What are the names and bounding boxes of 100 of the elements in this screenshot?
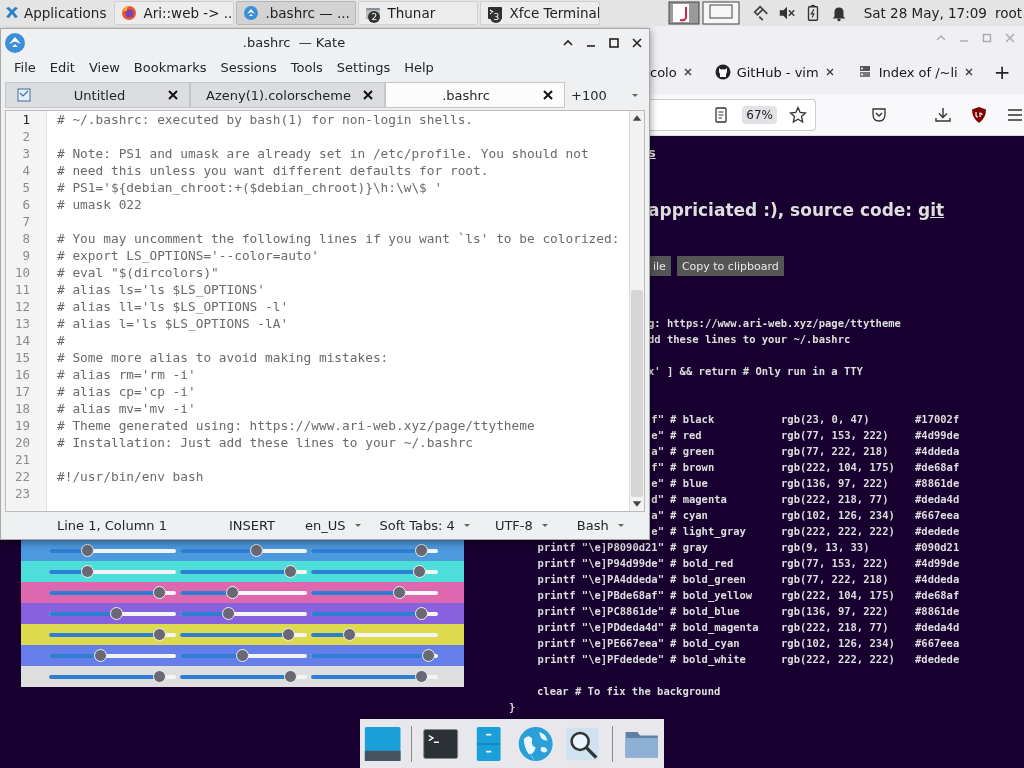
applications-menu[interactable]: Applications	[0, 0, 115, 26]
star-icon[interactable]	[789, 105, 807, 124]
slider-thumb[interactable]	[81, 564, 95, 578]
slider-thumb[interactable]	[236, 648, 250, 662]
caret-icon	[616, 521, 625, 529]
status-dropdown[interactable]: Soft Tabs: 4	[379, 517, 471, 533]
taskbar-button[interactable]: Ari::web -> ...	[114, 1, 235, 25]
slider-thumb[interactable]	[110, 606, 124, 620]
menu-item[interactable]: View	[81, 59, 127, 75]
slider-thumb[interactable]	[343, 627, 357, 641]
code-text: e"	[651, 524, 664, 539]
code-comment: # light_gray	[670, 524, 747, 539]
rgb-value: rgb(9, 13, 33)	[781, 540, 871, 555]
code-text: a"	[651, 508, 664, 523]
tab-title: .bashrc	[441, 87, 491, 103]
code-comment: # bold_yellow	[670, 588, 754, 603]
code-comment: # bold_cyan	[670, 636, 741, 651]
page-button[interactable]: ile	[648, 256, 671, 276]
slider-thumb[interactable]	[281, 627, 295, 641]
scrollbar[interactable]	[629, 111, 644, 511]
volume-muted-icon[interactable]	[777, 4, 796, 22]
slider-thumb[interactable]	[392, 585, 406, 599]
slider-thumb[interactable]	[81, 543, 95, 557]
text-editor[interactable]	[5, 110, 645, 512]
line-number: 3	[21, 145, 31, 162]
hex-value: #17002f	[915, 412, 960, 427]
menu-item[interactable]: Settings	[329, 59, 398, 75]
menu-item[interactable]: File	[7, 59, 43, 75]
caret-icon	[631, 91, 639, 99]
menu-item[interactable]: Sessions	[213, 59, 284, 75]
close-icon[interactable]	[631, 36, 643, 49]
status-dropdown[interactable]: Bash	[576, 517, 625, 533]
status-dropdown[interactable]: en_US	[305, 517, 362, 533]
browser-icon	[121, 5, 138, 21]
slider-thumb[interactable]	[226, 585, 240, 599]
close-icon[interactable]	[542, 89, 554, 101]
code-text: printf "\e]PDdeda4d"	[537, 620, 664, 635]
taskbar-button[interactable]: .bashrc — ...	[236, 1, 357, 25]
close-icon[interactable]	[167, 89, 179, 101]
code-line: # Theme generated using: https://www.ari-web.xyz/page/ttytheme	[57, 418, 535, 433]
workspace-switcher[interactable]	[667, 1, 740, 25]
close-icon[interactable]	[362, 89, 374, 101]
status-label: Bash	[576, 517, 609, 533]
taskbar-button[interactable]: 2 Thunar	[358, 1, 479, 25]
slider-thumb[interactable]	[93, 648, 107, 662]
page-button[interactable]: Copy to clipboard	[676, 256, 784, 276]
browser-tab[interactable]: colo	[650, 56, 701, 88]
hex-value: #4ddeda	[915, 572, 960, 587]
slider-thumb[interactable]	[153, 585, 167, 599]
close-icon[interactable]	[682, 67, 693, 77]
code-line: # alias ll='ls $LS_OPTIONS -l'	[57, 299, 289, 314]
download-icon[interactable]	[934, 105, 952, 124]
slider-thumb[interactable]	[222, 606, 236, 620]
line-number: 21	[13, 451, 31, 468]
pocket-icon[interactable]	[870, 105, 888, 124]
git-link[interactable]: git	[918, 200, 945, 220]
editor-tab[interactable]: .bashrc	[385, 82, 565, 108]
line-number: 6	[21, 196, 31, 213]
slider-thumb[interactable]	[153, 627, 167, 641]
slider-thumb[interactable]	[284, 669, 298, 683]
editor-tab[interactable]: Azeny(1).colorscheme	[190, 82, 385, 108]
slider-thumb[interactable]	[415, 543, 429, 557]
slider-thumb[interactable]	[415, 669, 429, 683]
rgb-value: rgb(222, 222, 222)	[781, 524, 896, 539]
menu-item[interactable]: Bookmarks	[126, 59, 214, 75]
hex-value: #de68af	[915, 460, 960, 475]
menu-item[interactable]: Help	[397, 59, 441, 75]
code-comment: # bold_green	[670, 572, 747, 587]
slider-thumb[interactable]	[412, 564, 426, 578]
slider-thumb[interactable]	[421, 648, 435, 662]
rgb-value: rgb(222, 104, 175)	[781, 588, 896, 603]
code-text: a"	[651, 444, 664, 459]
slider-thumb[interactable]	[250, 543, 264, 557]
menu-item[interactable]: Tools	[283, 59, 330, 75]
menu-item[interactable]: Edit	[42, 59, 82, 75]
code-text: printf "\e]PE667eea"	[537, 636, 664, 651]
caret-icon	[540, 521, 549, 529]
code-line: # You may uncomment the following lines if you want `ls' to be colorized:	[57, 231, 620, 246]
maximize-icon[interactable]	[608, 36, 620, 49]
shield-icon[interactable]	[970, 105, 988, 124]
scroll-thumb[interactable]	[631, 290, 643, 497]
close-icon[interactable]	[963, 67, 974, 77]
browser-tab[interactable]: GitHub - vim	[706, 56, 843, 88]
taskbar-button[interactable]: 3 Xfce Terminal	[480, 1, 601, 25]
address-bar[interactable]: 67%	[650, 98, 816, 131]
slider-thumb[interactable]	[153, 669, 167, 683]
document-icon	[16, 87, 32, 103]
status-dropdown[interactable]: UTF-8	[494, 517, 549, 533]
line-number: 22	[13, 468, 31, 485]
zoom-level-button[interactable]: 67%	[742, 105, 777, 124]
network-icon[interactable]	[751, 4, 770, 22]
browser-tab[interactable]: Index of /~li	[848, 56, 982, 88]
slider-thumb[interactable]	[284, 564, 298, 578]
editor-tab[interactable]: Untitled	[5, 82, 190, 108]
user-name[interactable]: root	[994, 5, 1022, 21]
clock[interactable]: Sat 28 May, 17:09	[863, 5, 987, 21]
more-tabs-button[interactable]: +100	[565, 82, 645, 108]
slider-thumb[interactable]	[415, 606, 429, 620]
new-tab-button[interactable]: +	[987, 59, 1017, 85]
close-icon[interactable]	[824, 67, 835, 77]
